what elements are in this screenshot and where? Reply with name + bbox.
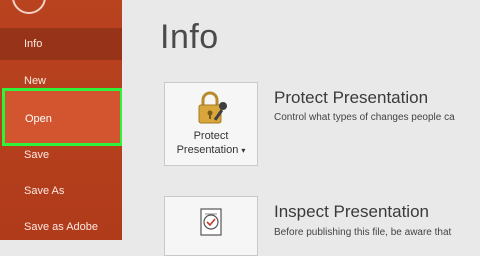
sidebar-item-save-as[interactable]: Save As — [0, 182, 122, 200]
sidebar-item-open[interactable]: Open — [2, 88, 123, 146]
protect-description: Control what types of changes people ca — [274, 112, 455, 123]
page-title: Info — [160, 18, 219, 56]
inspect-heading: Inspect Presentation — [274, 202, 429, 221]
sidebar-item-save[interactable]: Save — [0, 146, 122, 164]
info-panel: Info Protect Presentation ▾ Protect Pres… — [122, 0, 480, 256]
sidebar-item-info[interactable]: Info — [0, 28, 122, 60]
chevron-down-icon: ▾ — [241, 146, 246, 155]
back-arrow-icon[interactable] — [12, 0, 46, 14]
sidebar-item-save-as-adobe[interactable]: Save as Adobe — [0, 218, 122, 236]
lock-key-icon — [193, 91, 231, 130]
protect-heading: Protect Presentation — [274, 88, 429, 107]
protect-button-label-line1: Protect — [193, 130, 229, 142]
protect-presentation-button[interactable]: Protect Presentation ▾ — [164, 82, 258, 166]
protect-button-label-line2: Presentation ▾ — [165, 143, 257, 158]
backstage-sidebar: Info New Open Save Save As Save as Adobe — [0, 0, 123, 240]
inspect-description: Before publishing this file, be aware th… — [274, 227, 452, 238]
protect-button-label-text: Presentation — [176, 144, 239, 156]
inspect-presentation-button[interactable] — [164, 196, 258, 256]
